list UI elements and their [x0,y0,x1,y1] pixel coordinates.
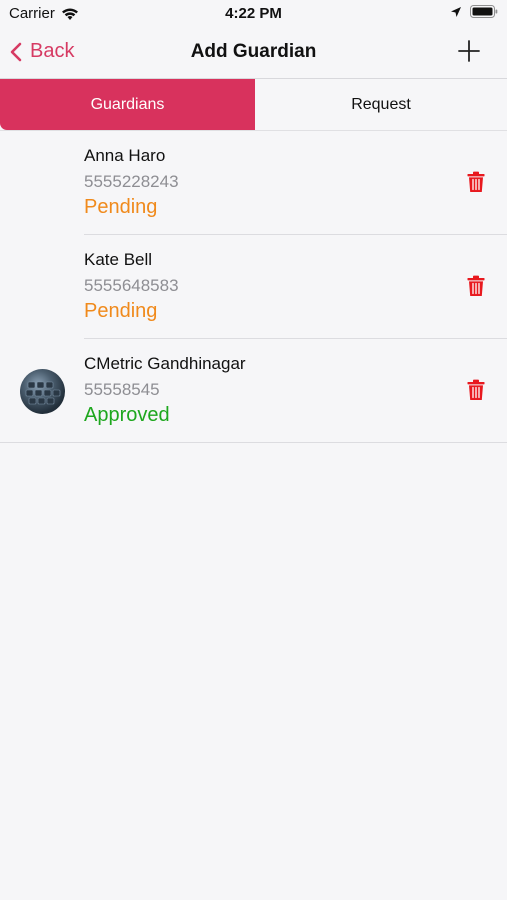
guardian-phone: 5555648583 [84,276,179,295]
tab-guardians[interactable]: Guardians [0,79,255,130]
guardian-phone: 55558545 [84,380,160,399]
status-bar: Carrier 4:22 PM [0,0,507,28]
trash-icon[interactable] [467,171,485,193]
guardian-phone: 5555228243 [84,172,179,191]
guardian-name: Kate Bell [84,250,153,269]
navigation-bar: Back Add Guardian [0,28,507,79]
tab-request[interactable]: Request [255,79,507,130]
page-title: Add Guardian [190,41,317,62]
guardian-name: CMetric Gandhinagar [84,354,246,373]
avatar [20,369,65,414]
guardian-name: Anna Haro [84,146,166,165]
back-button[interactable]: Back [10,40,74,63]
list-item[interactable]: Anna Haro 5555228243 Pending [0,131,507,235]
list-item[interactable]: Kate Bell 5555648583 Pending [0,235,507,339]
status-label: Pending [84,300,158,322]
trash-icon[interactable] [467,275,485,297]
add-guardian-button[interactable] [457,39,481,63]
battery-icon [470,5,498,18]
divider [0,442,507,443]
trash-icon[interactable] [467,379,485,401]
status-time: 4:22 PM [225,5,282,22]
location-arrow-icon [451,6,461,17]
chevron-left-icon [10,42,22,61]
segmented-control: Guardians Request [0,79,507,131]
status-label: Pending [84,196,158,218]
status-label: Approved [84,404,170,426]
avatar-image [25,381,61,405]
list-item[interactable]: CMetric Gandhinagar 55558545 Approved [0,339,507,443]
guardian-list: Anna Haro 5555228243 Pending Kate Bell 5… [0,131,507,443]
back-label: Back [30,40,75,62]
